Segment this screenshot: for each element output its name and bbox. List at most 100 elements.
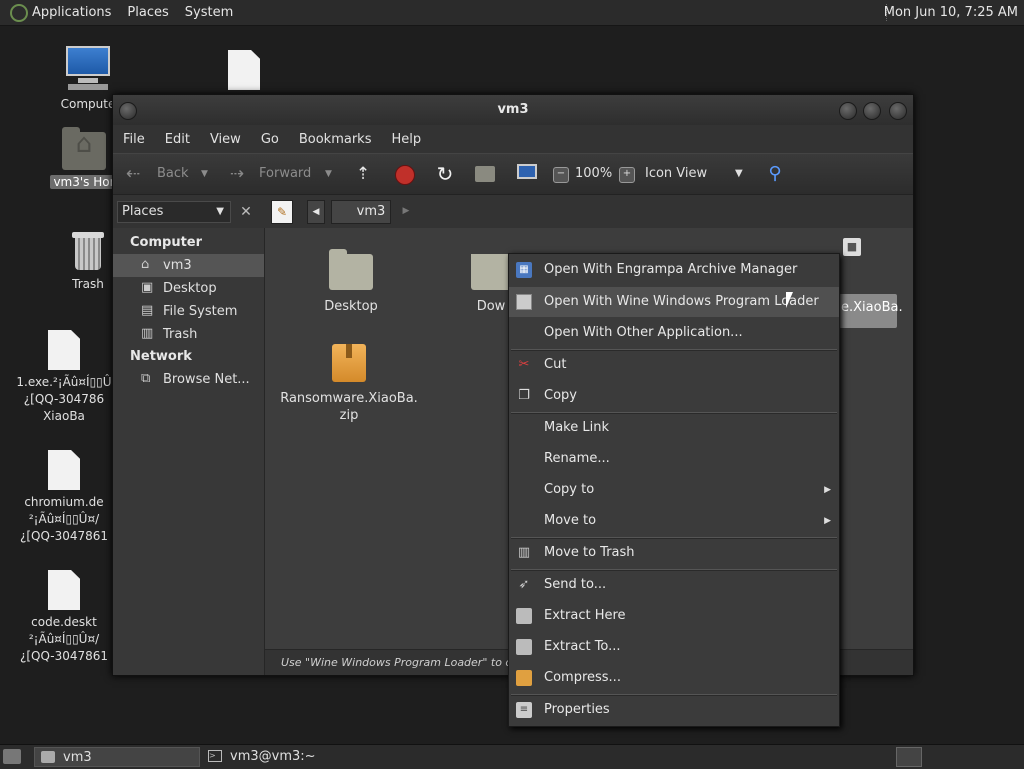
- applications-menu[interactable]: Applications: [32, 5, 111, 20]
- computer-icon[interactable]: [517, 164, 537, 179]
- side-pane-selector[interactable]: Places ▼: [117, 201, 231, 223]
- menu-item-label: Rename...: [544, 451, 610, 466]
- menu-item-make-link[interactable]: Make Link: [509, 413, 839, 443]
- reload-icon[interactable]: ↻: [435, 164, 455, 184]
- close-button[interactable]: [889, 102, 907, 120]
- menu-item-label: Make Link: [544, 420, 609, 435]
- sidebar-item-browse-network[interactable]: ⧉ Browse Net...: [113, 368, 264, 391]
- selected-file-item[interactable]: e.XiaoBa.: [839, 294, 903, 328]
- view-mode-dropdown-arrow[interactable]: ▼: [735, 154, 743, 194]
- item-label: Desktop: [324, 299, 378, 314]
- crumb-right-arrow[interactable]: ▶: [399, 200, 413, 224]
- menu-bookmarks[interactable]: Bookmarks: [299, 132, 372, 147]
- menu-item-label: Properties: [544, 702, 610, 717]
- menu-view[interactable]: View: [210, 132, 241, 147]
- edit-location-icon[interactable]: ✎: [271, 200, 293, 224]
- desktop-icon-chromium[interactable]: chromium.de ²¡Ãû¤Í▯▯Û¤/ ¿[QQ-3047861: [14, 450, 114, 545]
- sidebar-item-label: Desktop: [163, 281, 217, 296]
- clock[interactable]: Mon Jun 10, 7:25 AM: [884, 0, 1018, 25]
- file-icon: [48, 570, 80, 610]
- forward-history-dropdown[interactable]: ▼: [325, 154, 332, 194]
- menu-item-move-to[interactable]: Move to ▶: [509, 506, 839, 536]
- desktop-icon-exe[interactable]: 1.exe.²¡Ãû¤Í▯▯Û ¿[QQ-304786 XiaoBa: [14, 330, 114, 425]
- desktop-icon-code[interactable]: code.deskt ²¡Ãû¤Í▯▯Û¤/ ¿[QQ-3047861: [14, 570, 114, 665]
- menu-help[interactable]: Help: [391, 132, 421, 147]
- taskbar-item-vm3[interactable]: vm3: [34, 747, 200, 767]
- menu-item-move-to-trash[interactable]: ▥ Move to Trash: [509, 538, 839, 568]
- menu-item-label: Move to: [544, 513, 597, 528]
- zoom-level[interactable]: 100%: [575, 154, 612, 194]
- back-button[interactable]: Back: [157, 154, 189, 194]
- menu-item-copy[interactable]: ❐ Copy: [509, 381, 839, 411]
- copy-icon: ❐: [518, 388, 530, 403]
- folder-icon: [471, 254, 511, 290]
- places-menu[interactable]: Places: [127, 5, 168, 20]
- sidebar-item-label: Trash: [163, 327, 198, 342]
- show-desktop-icon[interactable]: [3, 749, 21, 764]
- forward-button[interactable]: Forward: [259, 154, 311, 194]
- context-menu: ▦ Open With Engrampa Archive Manager Ope…: [508, 253, 840, 727]
- folder-icon: [41, 751, 55, 763]
- drive-icon: ▤: [141, 303, 154, 318]
- zoom-out-icon[interactable]: −: [553, 167, 569, 183]
- menu-item-open-engrampa[interactable]: ▦ Open With Engrampa Archive Manager: [509, 255, 839, 285]
- menu-item-label: Send to...: [544, 577, 607, 592]
- menu-item-label: Copy to: [544, 482, 595, 497]
- desktop-icon-label: code.deskt: [31, 615, 97, 629]
- menu-file[interactable]: File: [123, 132, 145, 147]
- send-icon: ➶: [518, 577, 530, 592]
- window-titlebar[interactable]: vm3: [113, 95, 913, 125]
- folder-icon: [329, 249, 373, 290]
- menu-item-send-to[interactable]: ➶ Send to...: [509, 570, 839, 600]
- menu-item-compress[interactable]: Compress...: [509, 663, 839, 693]
- close-side-pane-icon[interactable]: ✕: [235, 201, 257, 223]
- trash-icon: ▥: [141, 326, 154, 341]
- sidebar-item-vm3[interactable]: ⌂ vm3: [113, 254, 264, 277]
- menu-item-open-other[interactable]: Open With Other Application...: [509, 318, 839, 348]
- stop-icon[interactable]: [395, 165, 415, 185]
- sidebar-header-network: Network: [130, 349, 192, 364]
- file-ransomware-zip[interactable]: Ransomware.XiaoBa. zip: [279, 344, 419, 424]
- menu-go[interactable]: Go: [261, 132, 279, 147]
- search-icon[interactable]: ⚲: [765, 164, 785, 184]
- mate-logo-icon[interactable]: [10, 3, 28, 22]
- desktop-icon-label: ²¡Ãû¤Í▯▯Û¤/: [28, 632, 100, 646]
- menu-item-label: Open With Other Application...: [544, 325, 743, 340]
- back-history-dropdown[interactable]: ▼: [201, 154, 208, 194]
- zoom-in-icon[interactable]: +: [619, 167, 635, 183]
- maximize-button[interactable]: [863, 102, 881, 120]
- sidebar-header-computer: Computer: [130, 235, 203, 250]
- sidebar-item-trash[interactable]: ▥ Trash: [113, 323, 264, 346]
- view-mode-select[interactable]: Icon View: [645, 154, 707, 194]
- desktop-icon-label: ¿[QQ-3047861: [19, 649, 109, 663]
- sidebar-item-desktop[interactable]: ▣ Desktop: [113, 277, 264, 300]
- desktop-icon-file[interactable]: [212, 50, 276, 94]
- menu-item-cut[interactable]: ✂ Cut: [509, 350, 839, 380]
- workspace-switcher[interactable]: [896, 747, 922, 767]
- menubar: File Edit View Go Bookmarks Help: [113, 125, 913, 153]
- up-arrow-icon[interactable]: ⇡: [353, 164, 373, 184]
- system-menu[interactable]: System: [185, 5, 233, 20]
- sidebar-item-label: vm3: [163, 258, 192, 273]
- crumb-left-arrow[interactable]: ◀: [307, 200, 325, 224]
- item-label: Dow: [476, 299, 506, 314]
- menu-item-label: Compress...: [544, 670, 621, 685]
- menu-item-copy-to[interactable]: Copy to ▶: [509, 475, 839, 505]
- menu-edit[interactable]: Edit: [165, 132, 190, 147]
- menu-item-rename[interactable]: Rename...: [509, 444, 839, 474]
- taskbar-item-terminal[interactable]: > vm3@vm3:~: [206, 747, 386, 767]
- compress-icon: [516, 670, 532, 686]
- sidebar-item-file-system[interactable]: ▤ File System: [113, 300, 264, 323]
- home-icon[interactable]: [475, 166, 495, 182]
- minimize-button[interactable]: [839, 102, 857, 120]
- folder-desktop[interactable]: Desktop: [311, 249, 391, 315]
- menu-item-extract-to[interactable]: Extract To...: [509, 632, 839, 662]
- menu-item-extract-here[interactable]: Extract Here: [509, 601, 839, 631]
- desktop-icon-trash[interactable]: Trash: [56, 230, 120, 293]
- desktop-icon: ▣: [141, 280, 154, 295]
- breadcrumb-vm3[interactable]: vm3: [331, 200, 391, 224]
- menu-item-properties[interactable]: ≡ Properties: [509, 695, 839, 725]
- desktop-icon-label: vm3's Hor: [50, 175, 118, 189]
- folder-downloads[interactable]: Dow: [471, 254, 511, 315]
- network-icon: ⧉: [141, 371, 151, 386]
